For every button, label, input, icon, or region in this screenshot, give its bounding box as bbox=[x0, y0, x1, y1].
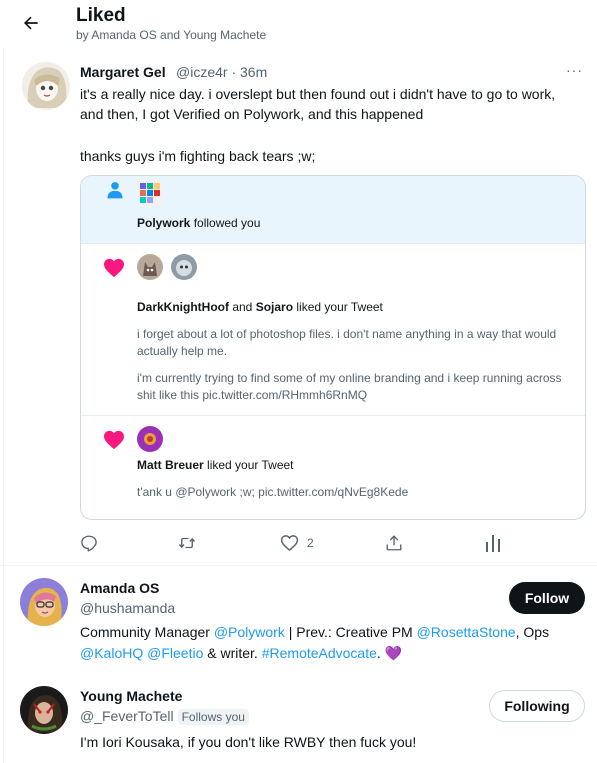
polywork-avatar bbox=[137, 180, 163, 206]
mention-link[interactable]: @RosettaStone bbox=[417, 624, 516, 640]
tweet-author-handle[interactable]: @icze4r · 36m bbox=[176, 64, 267, 80]
avatar[interactable] bbox=[20, 686, 68, 734]
mention-link[interactable]: @Fleetio bbox=[147, 645, 203, 661]
tweet-text-secondary: thanks guys i'm fighting back tears ;w; bbox=[80, 148, 316, 164]
reply-icon bbox=[81, 535, 97, 552]
avatar[interactable] bbox=[22, 62, 70, 110]
retweet-button[interactable] bbox=[177, 532, 197, 554]
user-name[interactable]: Young Machete bbox=[80, 688, 182, 704]
tweet[interactable]: Margaret Gel @icze4r · 36m ··· it's a re… bbox=[0, 52, 597, 566]
user-handle-row: @_FeverToTell Follows you bbox=[80, 708, 249, 725]
notification-like-2-text: Matt Breuer liked your Tweet bbox=[137, 458, 294, 472]
notification-follow: Polywork followed you bbox=[81, 176, 585, 244]
user-bio: I'm Iori Kousaka, if you don't like RWBY… bbox=[80, 734, 417, 750]
tweet-media-image[interactable]: Polywork followed you DarkKnightHoof and… bbox=[80, 175, 586, 520]
avatar-darkknighthoof bbox=[137, 254, 163, 280]
analytics-icon bbox=[486, 535, 500, 552]
notification-like-2-body: t'ank u @Polywork ;w; pic.twitter.com/qN… bbox=[137, 485, 409, 499]
mention-link[interactable]: @Polywork bbox=[214, 624, 285, 640]
user-bio: Community Manager @Polywork | Prev.: Cre… bbox=[80, 624, 550, 661]
user-cell[interactable]: Young Machete @_FeverToTell Follows you F… bbox=[0, 680, 597, 763]
notification-like-body-2: i'm currently trying to find some of my … bbox=[137, 371, 562, 402]
avatar-sojaro bbox=[171, 254, 197, 280]
page-title: Liked bbox=[76, 5, 126, 26]
like-icon bbox=[280, 535, 299, 552]
notification-like-2: Matt Breuer liked your Tweet t'ank u @Po… bbox=[81, 416, 585, 519]
notification-like-text: DarkKnightHoof and Sojaro liked your Twe… bbox=[137, 300, 383, 314]
heart-icon bbox=[104, 258, 124, 278]
notification-like-body: i forget about a lot of photoshop files.… bbox=[137, 327, 557, 358]
follow-button[interactable]: Follow bbox=[509, 582, 585, 614]
hashtag-link[interactable]: #RemoteAdvocate bbox=[262, 645, 377, 661]
mention-link[interactable]: @KaloHQ bbox=[80, 645, 143, 661]
page-subtitle: by Amanda OS and Young Machete bbox=[76, 28, 267, 42]
page-header: Liked by Amanda OS and Young Machete bbox=[0, 0, 597, 52]
share-button[interactable] bbox=[385, 532, 403, 554]
follows-you-badge: Follows you bbox=[177, 709, 249, 725]
tweet-text: it's a really nice day. i overslept but … bbox=[80, 86, 556, 122]
tweet-actions: 2 bbox=[80, 532, 520, 554]
arrow-left-icon bbox=[24, 16, 38, 30]
notification-like: DarkKnightHoof and Sojaro liked your Twe… bbox=[81, 244, 585, 416]
user-handle[interactable]: @_FeverToTell bbox=[80, 708, 174, 724]
user-cell[interactable]: Amanda OS @hushamanda Follow Community M… bbox=[0, 566, 597, 680]
reply-button[interactable] bbox=[80, 532, 98, 554]
more-icon[interactable]: ··· bbox=[566, 62, 583, 78]
avatar-matt-breuer bbox=[137, 426, 163, 452]
analytics-button[interactable] bbox=[485, 532, 501, 554]
retweet-icon bbox=[178, 537, 196, 549]
tweet-author-name[interactable]: Margaret Gel bbox=[80, 64, 166, 80]
notification-follow-text: Polywork followed you bbox=[137, 216, 261, 230]
user-handle[interactable]: @hushamanda bbox=[80, 600, 175, 616]
like-button[interactable]: 2 bbox=[280, 532, 314, 554]
share-icon bbox=[386, 535, 402, 551]
user-name[interactable]: Amanda OS bbox=[80, 580, 159, 596]
heart-icon bbox=[104, 430, 124, 450]
back-button[interactable] bbox=[18, 10, 44, 36]
following-button[interactable]: Following bbox=[489, 690, 585, 722]
avatar[interactable] bbox=[20, 578, 68, 626]
like-count: 2 bbox=[307, 536, 314, 550]
person-icon bbox=[107, 182, 123, 199]
